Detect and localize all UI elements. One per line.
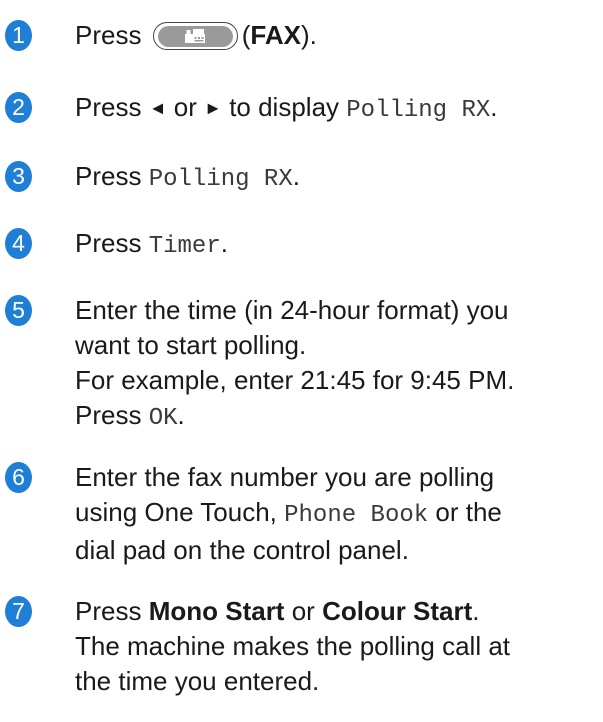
- press-text: Press: [75, 400, 142, 430]
- ok-option: OK: [148, 405, 178, 432]
- colour-start-key: Colour Start: [322, 596, 473, 626]
- step-text: Press (FAX).: [75, 18, 603, 53]
- to-display-text: to display: [229, 92, 340, 122]
- step-number: 6: [5, 462, 32, 493]
- phone-book-option: Phone Book: [284, 502, 429, 529]
- step-text: Enter the fax number you are polling usi…: [75, 460, 603, 568]
- step-text: Press Polling RX.: [75, 159, 603, 197]
- press-text: Press: [75, 92, 142, 122]
- step-number: 7: [5, 596, 32, 627]
- mono-start-key: Mono Start: [148, 596, 285, 626]
- step-text: Press Mono Start or Colour Start. The ma…: [75, 594, 603, 699]
- fax-machine-icon: [184, 29, 205, 43]
- step-line: For example, enter 21:45 for 9:45 PM.: [75, 365, 515, 395]
- press-text: Press: [75, 228, 142, 258]
- step-line: the time you entered.: [75, 666, 320, 696]
- step-text: Enter the time (in 24-hour format) you w…: [75, 293, 603, 436]
- timer-option: Timer: [148, 233, 221, 260]
- step-number: 2: [5, 92, 32, 123]
- step-line: The machine makes the polling call at: [75, 631, 511, 661]
- period: .: [177, 400, 185, 430]
- period: .: [292, 161, 300, 191]
- press-text: Press: [75, 161, 142, 191]
- step-line: want to start polling.: [75, 330, 307, 360]
- step-text: Press ◄ or ► to display Polling RX.: [75, 90, 603, 128]
- polling-rx-option: Polling RX: [148, 166, 293, 193]
- step-number: 4: [5, 228, 32, 259]
- step-line: dial pad on the control panel.: [75, 535, 409, 565]
- or-text: or: [291, 596, 315, 626]
- polling-rx-option: Polling RX: [346, 97, 491, 124]
- right-arrow-icon: ►: [204, 98, 222, 118]
- step-number: 1: [5, 20, 32, 51]
- fax-label: FAX: [250, 20, 301, 50]
- period: .: [490, 92, 498, 122]
- line-text: using One Touch,: [75, 497, 277, 527]
- step-line: Enter the time (in 24-hour format) you: [75, 295, 509, 325]
- fax-button[interactable]: [152, 22, 238, 50]
- paren-close: ).: [300, 20, 317, 50]
- period: .: [472, 596, 480, 626]
- step-number: 5: [5, 295, 32, 326]
- step-number: 3: [5, 161, 32, 192]
- step-line: Press Mono Start or Colour Start.: [75, 594, 603, 629]
- or-text: or: [173, 92, 197, 122]
- left-arrow-icon: ◄: [148, 98, 167, 118]
- step-line: using One Touch, Phone Book or the: [75, 495, 603, 533]
- step-text: Press Timer.: [75, 226, 603, 264]
- step-line: Press OK.: [75, 398, 603, 436]
- line-text: or the: [435, 497, 502, 527]
- step-line: Enter the fax number you are polling: [75, 462, 495, 492]
- period: .: [220, 228, 228, 258]
- press-text: Press: [75, 20, 142, 50]
- press-text: Press: [75, 596, 142, 626]
